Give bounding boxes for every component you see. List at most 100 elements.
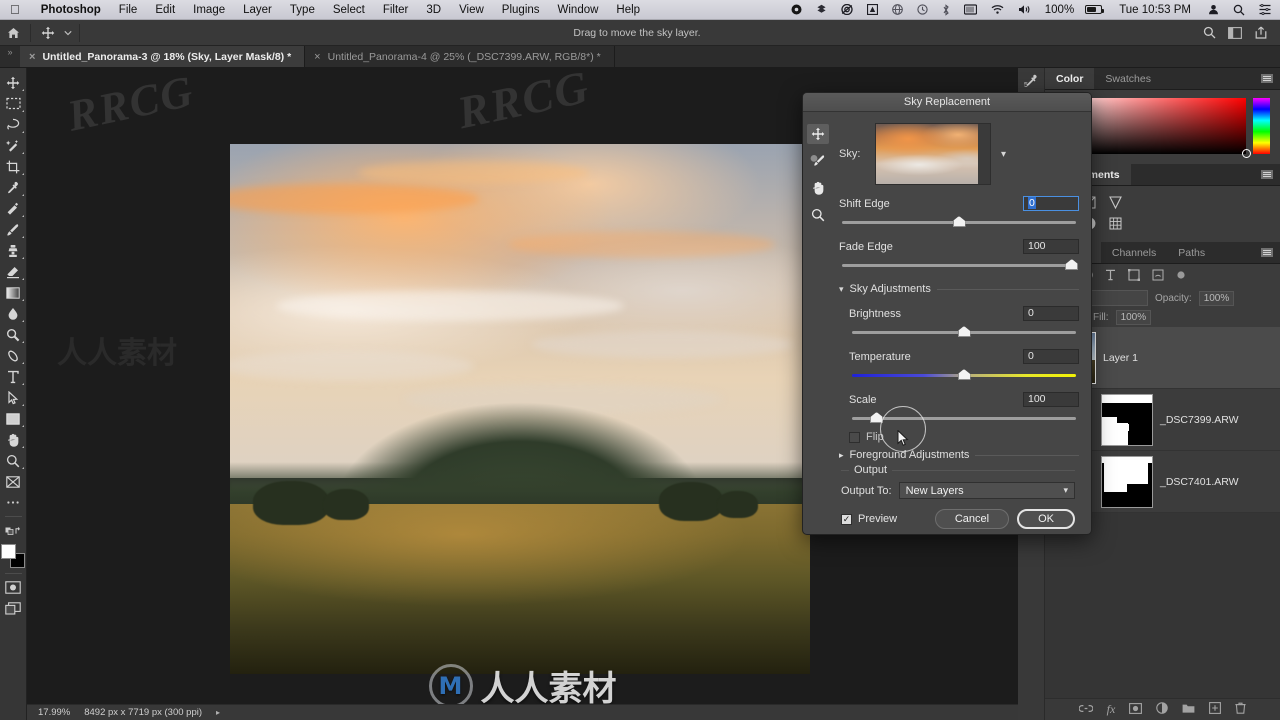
hue-saturation-icon[interactable] [1107, 216, 1124, 231]
layer-mask-thumbnail[interactable] [1101, 393, 1153, 446]
control-center-icon[interactable] [1252, 4, 1280, 15]
wifi-icon[interactable] [984, 4, 1011, 15]
quick-selection-tool[interactable] [1, 135, 26, 156]
document-tab-2[interactable]: × Untitled_Panorama-4 @ 25% (_DSC7399.AR… [305, 46, 615, 67]
path-selection-tool[interactable] [1, 387, 26, 408]
time-machine-icon[interactable] [910, 4, 935, 15]
edit-toolbar-tool[interactable] [1, 471, 26, 492]
fade-edge-slider[interactable] [839, 259, 1079, 271]
foreground-color-swatch[interactable] [1, 544, 16, 559]
eyedropper-tool[interactable] [1, 177, 26, 198]
close-icon[interactable]: × [29, 51, 35, 63]
filter-shape-icon[interactable] [1128, 269, 1140, 284]
close-icon[interactable]: × [314, 51, 320, 63]
menu-plugins[interactable]: Plugins [493, 4, 549, 16]
eraser-tool[interactable] [1, 261, 26, 282]
chevron-right-icon[interactable]: ▸ [839, 450, 844, 461]
curves-icon[interactable] [1107, 195, 1124, 210]
crop-tool[interactable] [1, 156, 26, 177]
output-to-select[interactable]: New Layers ▾ [898, 482, 1075, 499]
filter-type-icon[interactable] [1105, 269, 1116, 284]
temperature-slider[interactable] [849, 369, 1079, 381]
shift-edge-slider[interactable] [839, 216, 1079, 228]
home-icon[interactable] [0, 22, 26, 44]
spot-healing-brush-tool[interactable] [1, 198, 26, 219]
more-tools[interactable] [1, 492, 26, 513]
rectangle-tool[interactable] [1, 408, 26, 429]
scale-slider[interactable] [849, 412, 1079, 424]
apple-icon[interactable]:  [10, 3, 20, 16]
user-icon[interactable] [1201, 4, 1226, 15]
delete-layer-icon[interactable] [1235, 702, 1246, 717]
brush-tool[interactable] [1, 219, 26, 240]
dodge-tool[interactable] [1, 324, 26, 345]
filter-toggle-icon[interactable] [1176, 270, 1186, 283]
sky-replacement-dialog[interactable]: Sky Replacement Sky: ▾ Shift Edge 0 Fade… [802, 92, 1092, 535]
hue-slider[interactable] [1253, 98, 1270, 154]
zoom-tool[interactable] [1, 450, 26, 471]
menu-filter[interactable]: Filter [374, 4, 418, 16]
rectangular-marquee-tool[interactable] [1, 93, 26, 114]
flip-checkbox[interactable] [849, 431, 860, 443]
new-group-icon[interactable] [1182, 703, 1195, 717]
move-tool-icon[interactable] [35, 22, 61, 44]
menu-photoshop[interactable]: Photoshop [32, 4, 110, 16]
dropbox-icon[interactable] [809, 4, 834, 15]
chevron-down-icon[interactable]: ▾ [839, 284, 844, 295]
search-icon[interactable] [1196, 22, 1222, 44]
shift-edge-slider-thumb[interactable] [952, 216, 966, 227]
menu-window[interactable]: Window [549, 4, 608, 16]
tab-paths[interactable]: Paths [1167, 242, 1216, 263]
sky-preset-scrollbar[interactable] [978, 124, 990, 184]
scale-slider-thumb[interactable] [870, 412, 884, 423]
panel-menu-icon[interactable] [1254, 242, 1280, 263]
chevron-down-icon[interactable]: ▾ [1063, 485, 1068, 496]
ok-button[interactable]: OK [1017, 509, 1075, 529]
bluetooth-icon[interactable] [935, 3, 957, 16]
clone-stamp-tool[interactable] [1, 240, 26, 261]
default-colors-icon[interactable] [1, 520, 26, 541]
link-layers-icon[interactable] [1078, 704, 1094, 716]
shift-edge-input[interactable]: 0 [1023, 196, 1079, 211]
pen-tool[interactable] [1, 345, 26, 366]
cancel-button[interactable]: Cancel [934, 509, 1010, 529]
screen-mode-icon[interactable] [1, 598, 26, 619]
color-picker-rail-icon[interactable]: 5 [1018, 68, 1045, 94]
menu-bar-clock[interactable]: Tue 10:53 PM [1109, 4, 1201, 16]
sky-adjustments-header[interactable]: ▾ Sky Adjustments [839, 283, 1079, 295]
chevron-double-right-icon[interactable]: » [0, 46, 20, 67]
quick-mask-icon[interactable] [1, 577, 26, 598]
opacity-value[interactable]: 100% [1198, 290, 1235, 306]
brightness-input[interactable]: 0 [1023, 306, 1079, 321]
move-tool[interactable] [1, 72, 26, 93]
tab-swatches[interactable]: Swatches [1094, 68, 1162, 89]
gradient-tool[interactable] [1, 282, 26, 303]
battery-charging-icon[interactable] [1078, 5, 1109, 14]
tab-color[interactable]: Color [1045, 68, 1095, 89]
new-layer-icon[interactable] [1209, 702, 1222, 717]
drive-icon[interactable] [860, 4, 885, 15]
record-icon[interactable] [784, 4, 809, 15]
menu-help[interactable]: Help [607, 4, 649, 16]
globe-icon[interactable] [885, 4, 910, 15]
menu-type[interactable]: Type [281, 4, 324, 16]
menu-file[interactable]: File [110, 4, 147, 16]
zoom-tool[interactable] [807, 205, 829, 225]
temperature-slider-thumb[interactable] [957, 369, 971, 380]
sky-brush-tool[interactable] [807, 151, 829, 171]
workspace-icon[interactable] [1222, 22, 1248, 44]
chevron-right-icon[interactable]: ▸ [216, 708, 220, 717]
layer-name[interactable]: Layer 1 [1103, 352, 1138, 364]
zoom-level[interactable]: 17.99% [38, 707, 70, 718]
add-mask-icon[interactable] [1129, 702, 1143, 717]
color-picker-ring-icon[interactable] [1242, 149, 1251, 158]
document-tab-1[interactable]: × Untitled_Panorama-3 @ 18% (Sky, Layer … [20, 46, 306, 67]
flip-row[interactable]: Flip [839, 431, 1079, 443]
document-image[interactable] [230, 144, 810, 674]
panel-menu-icon[interactable] [1254, 68, 1280, 89]
volume-icon[interactable] [1011, 4, 1038, 15]
color-swatches[interactable] [1, 544, 25, 568]
type-tool[interactable] [1, 366, 26, 387]
menu-3d[interactable]: 3D [417, 4, 450, 16]
preview-toggle[interactable]: Preview [841, 513, 897, 525]
